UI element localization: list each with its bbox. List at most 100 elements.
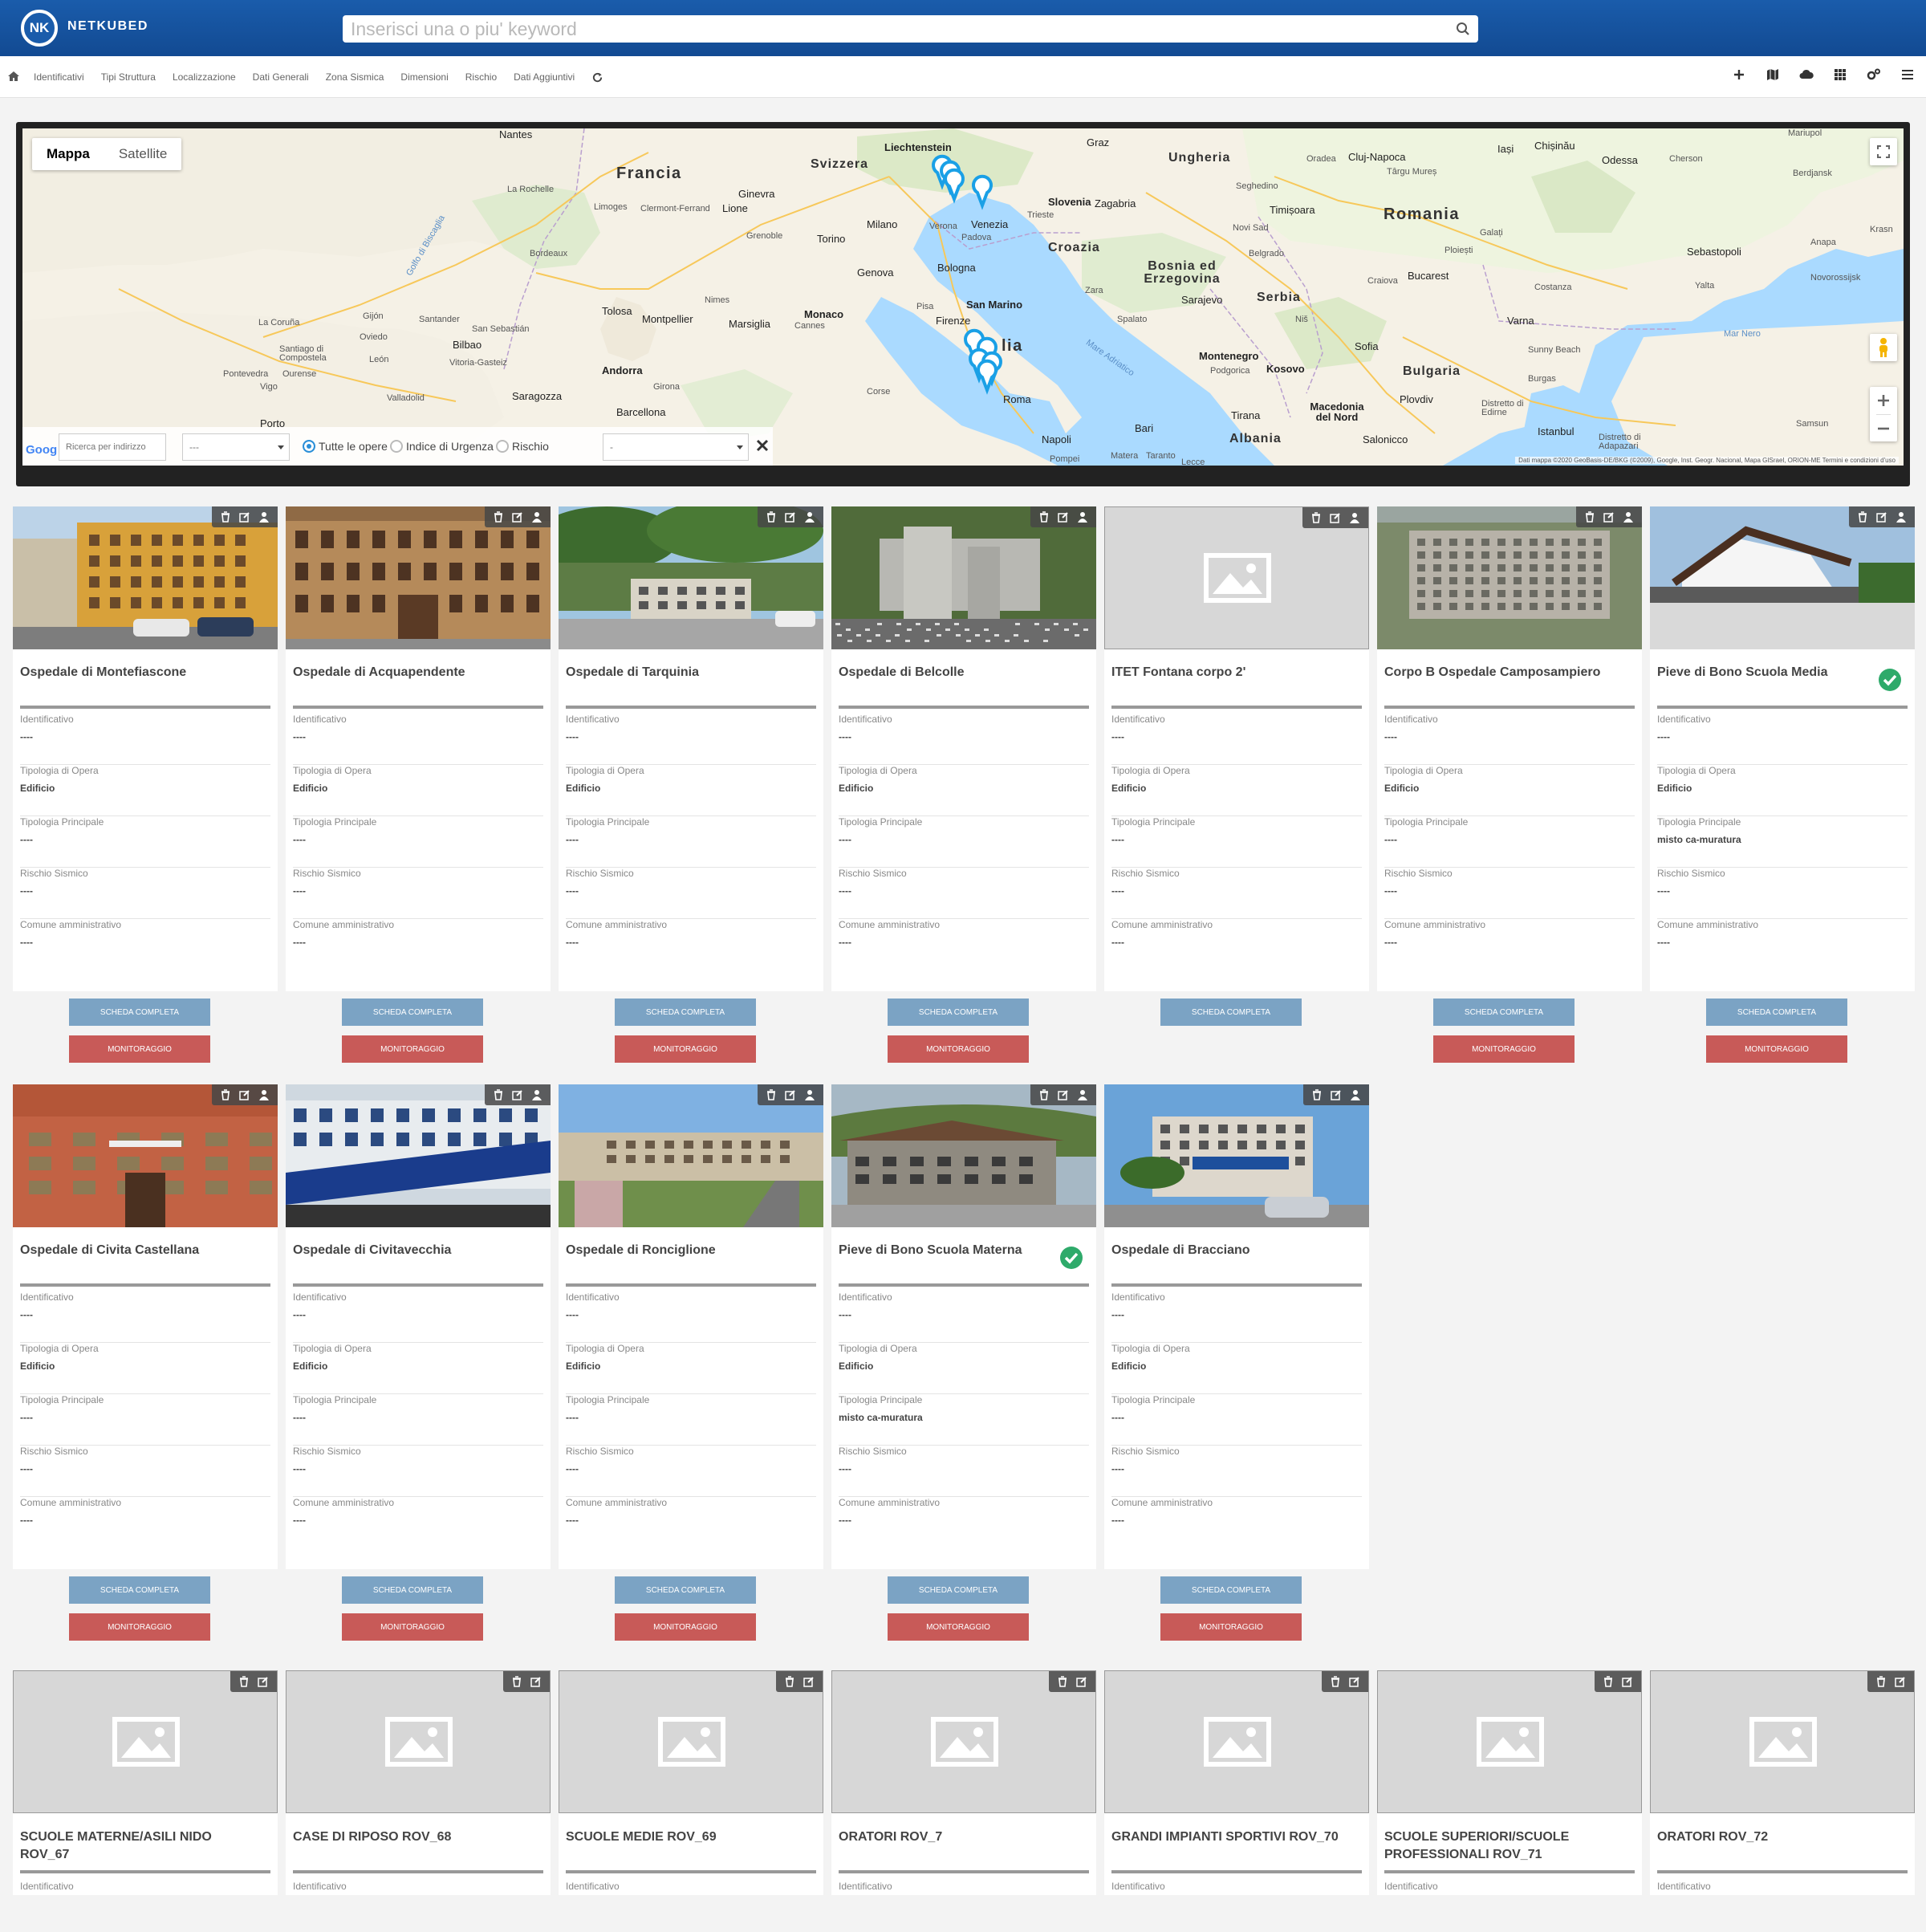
card-title[interactable]: Ospedale di Montefiascone [20, 664, 261, 681]
full-record-button[interactable]: SCHEDA COMPLETA [615, 1576, 756, 1604]
card-photo[interactable] [286, 1670, 551, 1813]
user-icon[interactable] [1623, 511, 1634, 523]
address-search-input[interactable] [59, 433, 166, 461]
edit-icon[interactable] [1603, 511, 1615, 523]
monitoring-button[interactable]: MONITORAGGIO [69, 1613, 210, 1641]
cloud-icon[interactable] [1799, 67, 1814, 82]
trash-icon[interactable] [1330, 1676, 1341, 1687]
radio-all-works[interactable]: Tutte le opere [303, 440, 388, 453]
card-photo[interactable] [1650, 506, 1915, 649]
trash-icon[interactable] [220, 511, 231, 523]
card-photo[interactable] [559, 506, 823, 649]
monitoring-button[interactable]: MONITORAGGIO [69, 1035, 210, 1063]
card-title[interactable]: Corpo B Ospedale Camposampiero [1384, 664, 1625, 681]
settings-icon[interactable] [1867, 67, 1881, 82]
full-record-button[interactable]: SCHEDA COMPLETA [69, 1576, 210, 1604]
map-type-map-button[interactable]: Mappa [32, 138, 104, 170]
user-icon[interactable] [1349, 512, 1360, 523]
card-photo[interactable] [1377, 506, 1642, 649]
map-canvas[interactable]: Francia Svizzera Ungheria Romania Croazi… [22, 128, 1904, 466]
trash-icon[interactable] [1311, 1089, 1323, 1100]
filter-select-2[interactable]: - [603, 433, 749, 461]
card-title[interactable]: Ospedale di Bracciano [1111, 1242, 1352, 1259]
monitoring-button[interactable]: MONITORAGGIO [888, 1035, 1029, 1063]
edit-icon[interactable] [1058, 511, 1069, 523]
user-icon[interactable] [804, 511, 815, 523]
nav-item[interactable]: Localizzazione [173, 71, 236, 83]
card-title[interactable]: SCUOLE MATERNE/ASILI NIDO ROV_67 [20, 1828, 261, 1864]
radio-all-works-dot[interactable] [303, 440, 315, 453]
nav-item[interactable]: Zona Sismica [326, 71, 384, 83]
search-icon[interactable] [1456, 22, 1470, 36]
map-marker-cluster-north[interactable] [932, 154, 993, 210]
trash-icon[interactable] [493, 511, 504, 523]
edit-icon[interactable] [785, 1089, 796, 1100]
card-title[interactable]: Ospedale di Acquapendente [293, 664, 534, 681]
card-title[interactable]: ORATORI ROV_72 [1657, 1828, 1898, 1846]
full-record-button[interactable]: SCHEDA COMPLETA [888, 1576, 1029, 1604]
radio-urgency-dot[interactable] [390, 440, 403, 453]
monitoring-button[interactable]: MONITORAGGIO [615, 1613, 756, 1641]
card-photo[interactable] [13, 1670, 278, 1813]
card-photo[interactable] [559, 1084, 823, 1227]
card-photo[interactable] [559, 1670, 823, 1813]
clear-filter-icon[interactable] [755, 438, 770, 453]
card-photo[interactable] [286, 1084, 551, 1227]
trash-icon[interactable] [1057, 1676, 1068, 1687]
user-icon[interactable] [1896, 511, 1907, 523]
nav-item[interactable]: Tipi Struttura [101, 71, 156, 83]
nav-item[interactable]: Rischio [465, 71, 497, 83]
full-record-button[interactable]: SCHEDA COMPLETA [342, 999, 483, 1026]
radio-urgency-index[interactable]: Indice di Urgenza [390, 440, 494, 453]
full-record-button[interactable]: SCHEDA COMPLETA [1160, 1576, 1302, 1604]
edit-icon[interactable] [785, 511, 796, 523]
edit-icon[interactable] [512, 1089, 523, 1100]
trash-icon[interactable] [220, 1089, 231, 1100]
edit-icon[interactable] [239, 511, 250, 523]
card-photo[interactable] [831, 1670, 1096, 1813]
card-title[interactable]: SCUOLE MEDIE ROV_69 [566, 1828, 807, 1846]
edit-icon[interactable] [803, 1676, 815, 1687]
trash-icon[interactable] [1310, 512, 1322, 523]
trash-icon[interactable] [766, 511, 777, 523]
monitoring-button[interactable]: MONITORAGGIO [615, 1035, 756, 1063]
card-title[interactable]: Ospedale di Civitavecchia [293, 1242, 534, 1259]
trash-icon[interactable] [238, 1676, 250, 1687]
card-title[interactable]: SCUOLE SUPERIORI/SCUOLE PROFESSIONALI RO… [1384, 1828, 1625, 1864]
search-input[interactable] [343, 15, 1478, 43]
full-record-button[interactable]: SCHEDA COMPLETA [615, 999, 756, 1026]
full-record-button[interactable]: SCHEDA COMPLETA [1433, 999, 1575, 1026]
trash-icon[interactable] [1038, 1089, 1050, 1100]
map-marker-cluster-lazio[interactable] [964, 328, 1002, 395]
card-title[interactable]: Pieve di Bono Scuola Media [1657, 664, 1898, 681]
refresh-icon[interactable] [591, 71, 603, 83]
home-icon[interactable] [7, 70, 20, 83]
nav-item[interactable]: Dimensioni [400, 71, 448, 83]
user-icon[interactable] [531, 1089, 542, 1100]
edit-icon[interactable] [512, 511, 523, 523]
trash-icon[interactable] [1603, 1676, 1614, 1687]
user-icon[interactable] [531, 511, 542, 523]
card-photo[interactable] [13, 506, 278, 649]
zoom-in-icon[interactable] [1876, 387, 1891, 414]
monitoring-button[interactable]: MONITORAGGIO [342, 1035, 483, 1063]
zoom-out-icon[interactable] [1876, 414, 1891, 441]
user-icon[interactable] [1077, 1089, 1088, 1100]
card-title[interactable]: CASE DI RIPOSO ROV_68 [293, 1828, 534, 1846]
edit-icon[interactable] [1622, 1676, 1633, 1687]
trash-icon[interactable] [1875, 1676, 1887, 1687]
nav-item[interactable]: Dati Generali [253, 71, 309, 83]
card-photo[interactable] [1104, 506, 1369, 649]
card-photo[interactable] [1104, 1670, 1369, 1813]
monitoring-button[interactable]: MONITORAGGIO [342, 1613, 483, 1641]
edit-icon[interactable] [1876, 511, 1887, 523]
full-record-button[interactable]: SCHEDA COMPLETA [888, 999, 1029, 1026]
card-title[interactable]: Ospedale di Belcolle [839, 664, 1079, 681]
map-type-satellite-button[interactable]: Satellite [104, 138, 181, 170]
edit-icon[interactable] [530, 1676, 542, 1687]
edit-icon[interactable] [1330, 512, 1341, 523]
monitoring-button[interactable]: MONITORAGGIO [1433, 1035, 1575, 1063]
user-icon[interactable] [804, 1089, 815, 1100]
user-icon[interactable] [258, 1089, 270, 1100]
edit-icon[interactable] [239, 1089, 250, 1100]
